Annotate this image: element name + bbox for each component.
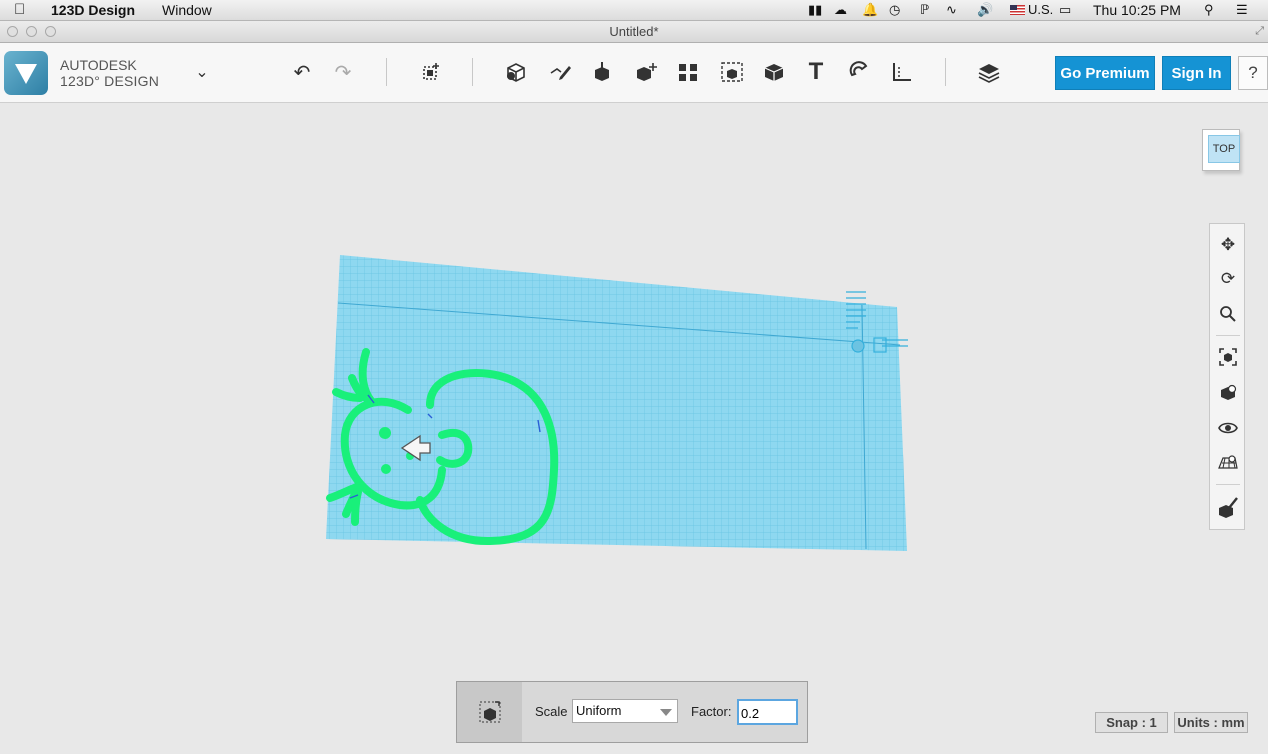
orbit-icon[interactable]: ⟳ [1215, 266, 1241, 292]
material-brush-icon[interactable] [1215, 494, 1241, 520]
scale-mode-select[interactable]: Uniform [572, 699, 678, 723]
view-perspective-icon[interactable] [1215, 380, 1241, 406]
zoom-icon[interactable] [1215, 301, 1241, 327]
scale-label: Scale [535, 704, 568, 719]
snap-setting[interactable]: Snap : 1 [1095, 712, 1168, 733]
fit-view-icon[interactable] [1215, 344, 1241, 370]
scale-object-icon[interactable] [457, 682, 522, 742]
grid-display-icon[interactable] [1215, 450, 1241, 476]
viewcube-top-face[interactable]: TOP [1208, 135, 1240, 163]
units-setting[interactable]: Units : mm [1174, 712, 1248, 733]
nav-divider [1216, 484, 1240, 485]
pan-icon[interactable]: ✥ [1215, 232, 1241, 258]
visibility-eye-icon[interactable] [1215, 415, 1241, 441]
navigation-bar: ✥ ⟳ [1209, 223, 1245, 530]
design-scene [326, 255, 908, 551]
scale-panel: Scale Uniform Factor: [456, 681, 808, 743]
viewcube[interactable]: TOP [1192, 125, 1248, 177]
factor-input[interactable] [737, 699, 798, 725]
factor-label: Factor: [691, 704, 732, 719]
nav-divider [1216, 335, 1240, 336]
